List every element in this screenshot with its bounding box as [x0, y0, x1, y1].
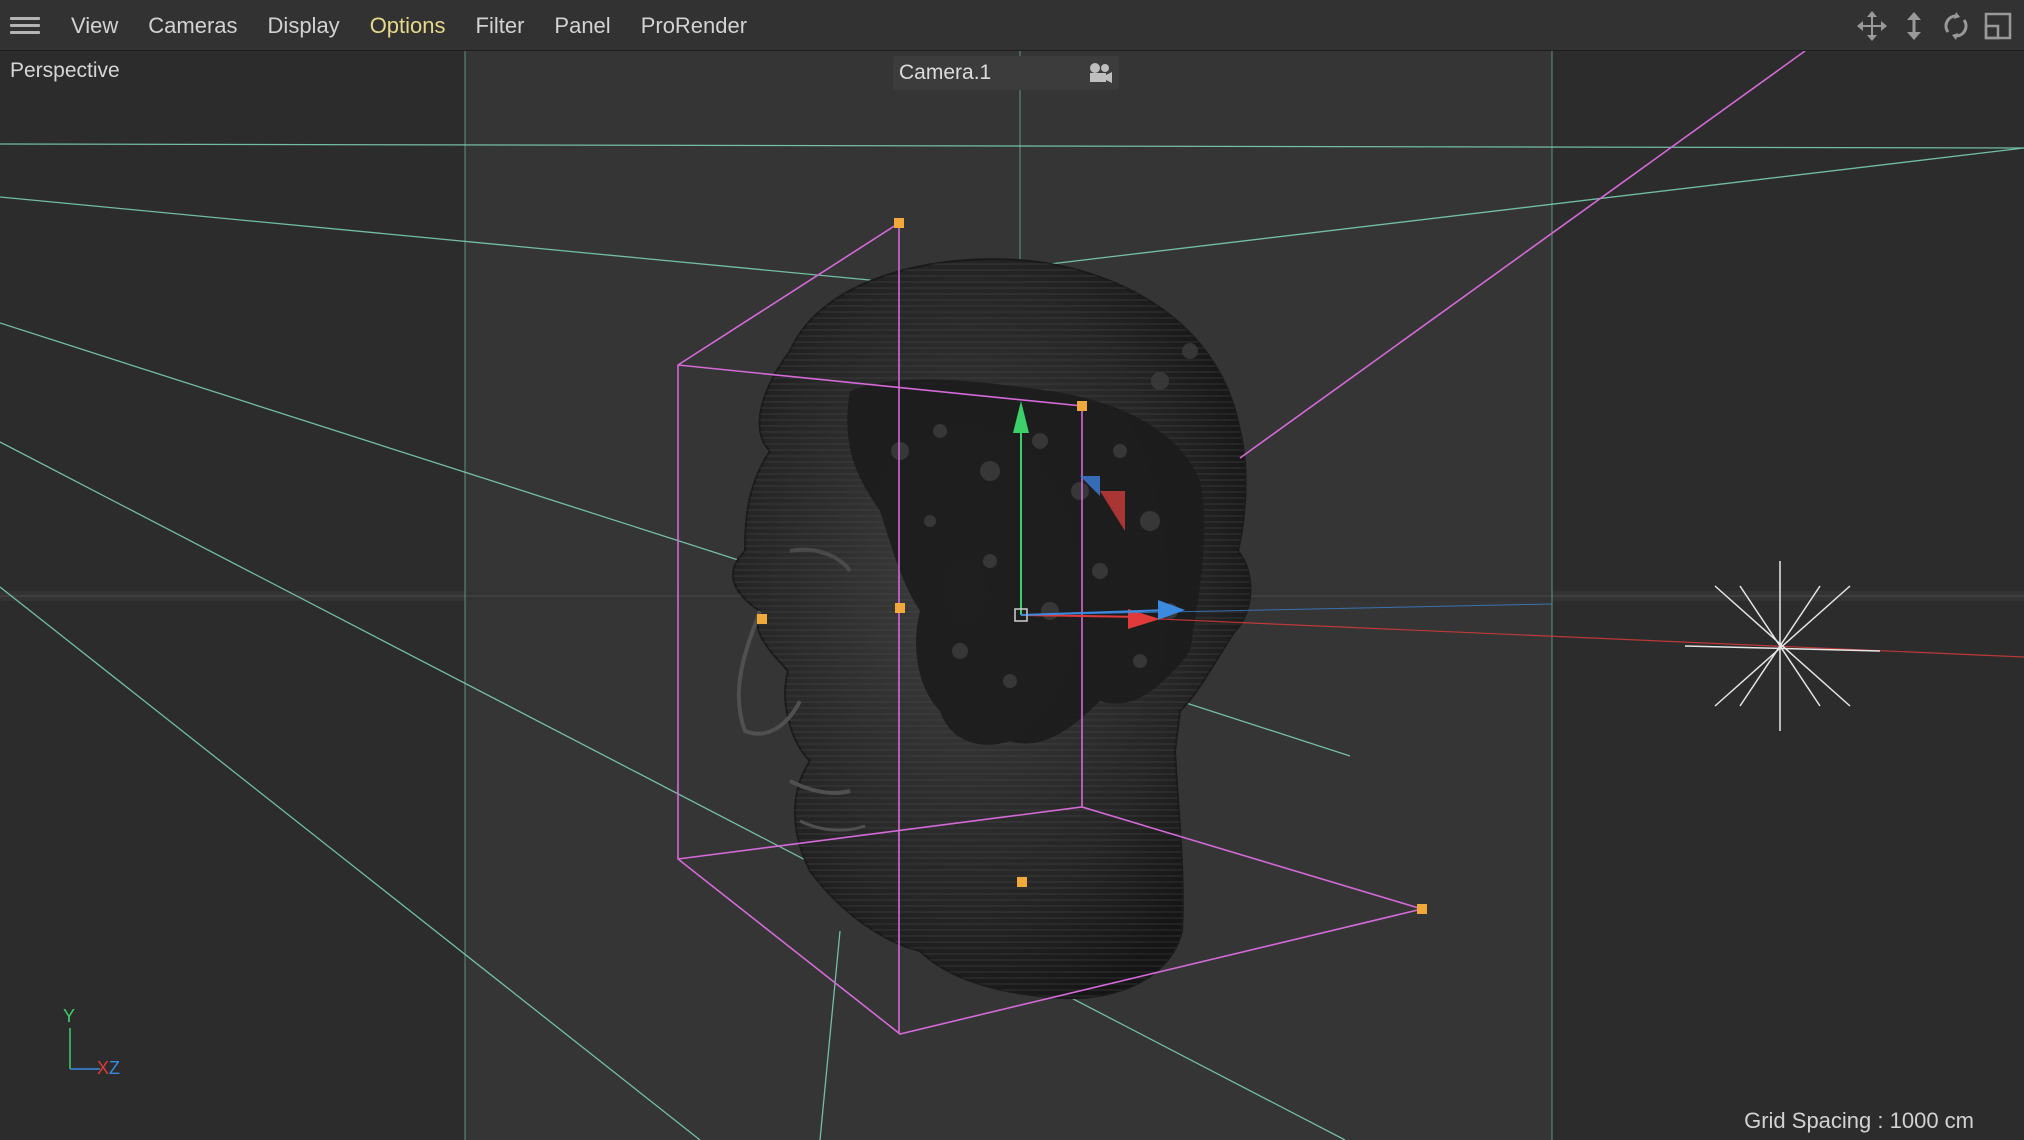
- axis-y-label: Y: [63, 1006, 76, 1026]
- menu-display[interactable]: Display: [253, 0, 355, 51]
- viewport-menubar: View Cameras Display Options Filter Pane…: [0, 0, 2024, 51]
- camera-icon: [1090, 63, 1112, 83]
- perspective-viewport[interactable]: Perspective Camera.1 Y X Z Grid Spacing …: [0, 51, 2024, 1140]
- camera-name: Camera.1: [899, 61, 992, 84]
- view-name-label[interactable]: Perspective: [10, 59, 120, 83]
- menu-view[interactable]: View: [56, 0, 133, 51]
- menu-cameras[interactable]: Cameras: [133, 0, 252, 51]
- rotate-view-icon[interactable]: [1940, 10, 1972, 42]
- menu-options[interactable]: Options: [355, 0, 461, 51]
- active-camera-selector[interactable]: Camera.1: [893, 56, 1119, 90]
- grid-spacing-readout: Grid Spacing : 1000 cm: [1744, 1108, 1974, 1133]
- viewport-scene: [0, 51, 2024, 1140]
- menu-panel[interactable]: Panel: [539, 0, 625, 51]
- axis-z-label: Z: [109, 1058, 120, 1078]
- world-axis-indicator: Y X Z: [55, 1006, 135, 1078]
- hamburger-menu-icon[interactable]: [10, 14, 42, 36]
- move-view-icon[interactable]: [1856, 10, 1888, 42]
- menu-filter[interactable]: Filter: [461, 0, 540, 51]
- menu-prorender[interactable]: ProRender: [626, 0, 762, 51]
- axis-x-label: X: [97, 1058, 110, 1078]
- zoom-view-icon[interactable]: [1898, 10, 1930, 42]
- view-navigation-tools: [1856, 10, 2014, 42]
- maximize-view-icon[interactable]: [1982, 10, 2014, 42]
